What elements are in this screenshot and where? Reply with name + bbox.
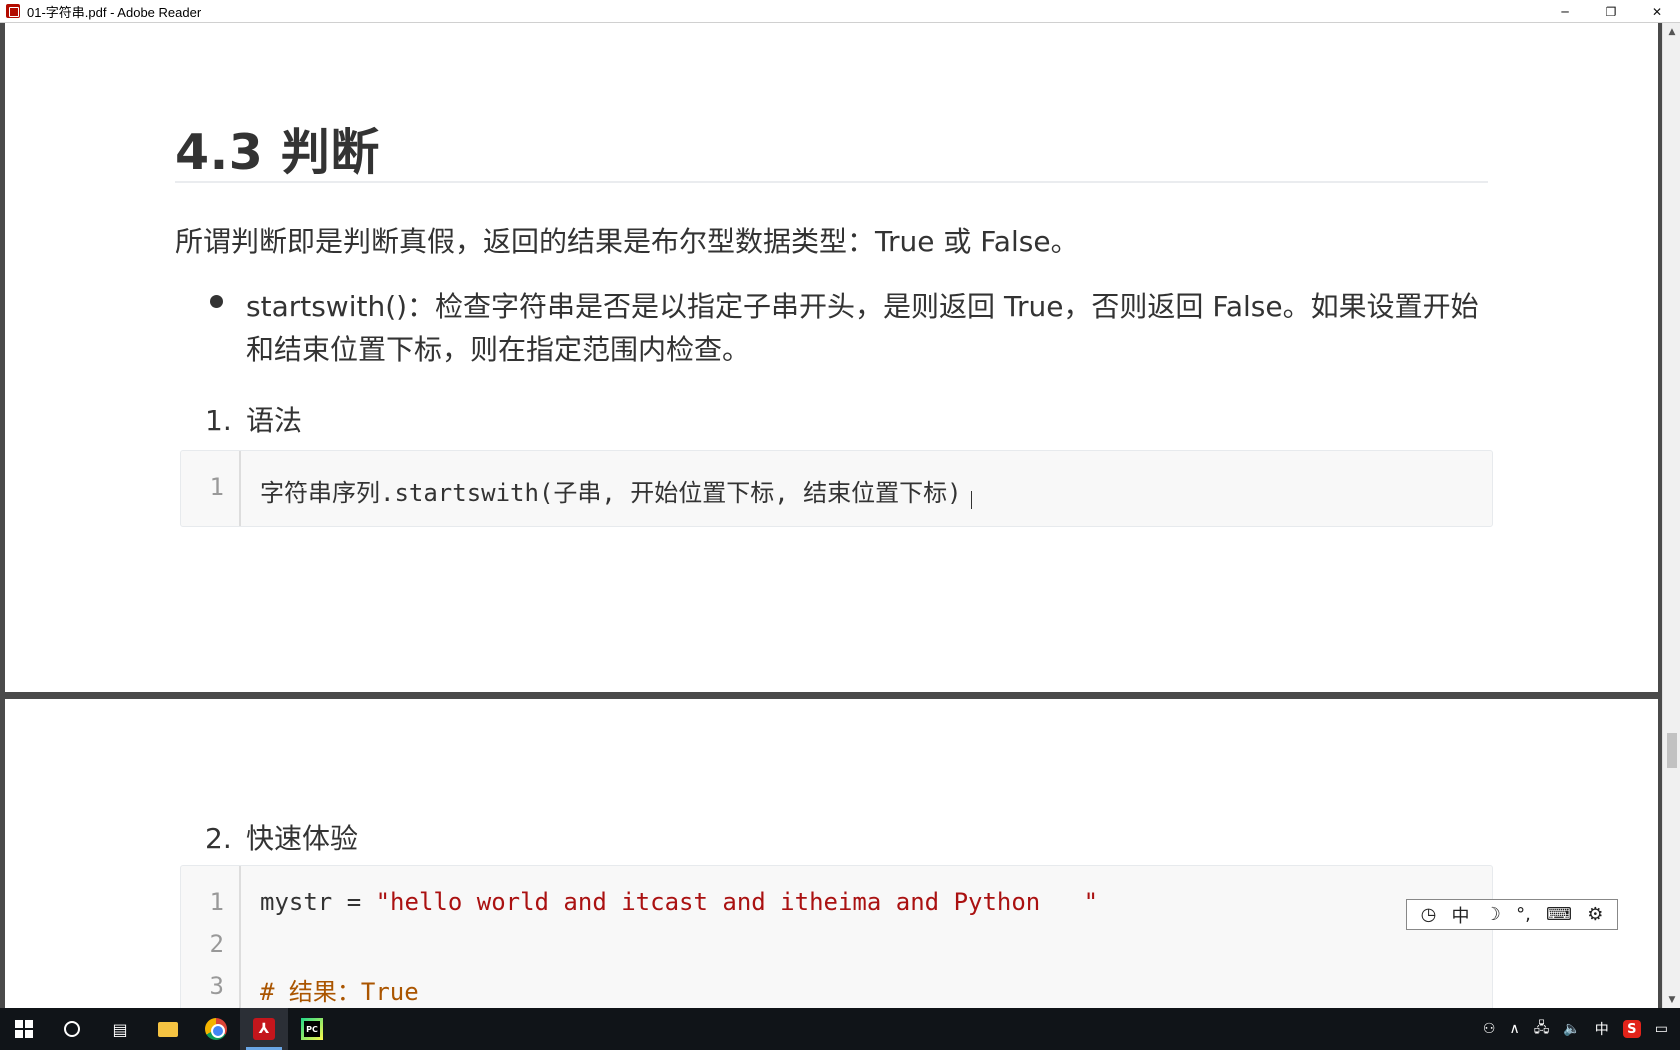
pdf-page: 4.3 判断 所谓判断即是判断真假，返回的结果是布尔型数据类型：True 或 F… xyxy=(5,23,1658,692)
document-area[interactable]: 4.3 判断 所谓判断即是判断真假，返回的结果是布尔型数据类型：True 或 F… xyxy=(0,23,1662,1008)
search-button[interactable] xyxy=(48,1008,96,1050)
search-icon xyxy=(64,1021,80,1037)
list-item-quick-experience: 2. 快速体验 xyxy=(205,817,358,857)
task-view-icon: ▤ xyxy=(112,1019,128,1039)
adobe-reader-taskbar-button[interactable]: ⅄ xyxy=(240,1008,288,1050)
text-cursor xyxy=(971,491,973,509)
input-language-indicator[interactable]: 中 xyxy=(1595,1019,1609,1039)
ime-toolbar[interactable]: ◷ 中 ☽ °, ⌨ ⚙ xyxy=(1406,899,1618,930)
pdf-page: 2. 快速体验 1 mystr = "hello world and itcast… xyxy=(5,699,1658,1008)
example-code-block: 1 mystr = "hello world and itcast and it… xyxy=(180,865,1493,1008)
list-item-syntax: 1. 语法 xyxy=(205,399,302,439)
acrobat-icon: ⅄ xyxy=(253,1018,275,1040)
syntax-code-block: 1 字符串序列.startswith(子串, 开始位置下标, 结束位置下标) xyxy=(180,450,1493,527)
line-number: 1 xyxy=(209,888,224,916)
chrome-button[interactable] xyxy=(192,1008,240,1050)
start-button[interactable] xyxy=(0,1008,48,1050)
file-explorer-button[interactable] xyxy=(144,1008,192,1050)
keyboard-icon[interactable]: ⌨ xyxy=(1546,904,1572,925)
heading-divider xyxy=(175,181,1488,183)
window-controls: ─ ❐ ✕ xyxy=(1542,0,1680,23)
close-button[interactable]: ✕ xyxy=(1634,0,1680,23)
scroll-down-arrow[interactable]: ▼ xyxy=(1663,991,1680,1008)
ime-mode-chinese[interactable]: 中 xyxy=(1452,902,1470,928)
moon-icon[interactable]: ☽ xyxy=(1485,904,1501,925)
title-bar: 01-字符串.pdf - Adobe Reader ─ ❐ ✕ xyxy=(0,0,1680,23)
list-label: 快速体验 xyxy=(246,822,359,855)
section-heading: 4.3 判断 xyxy=(175,124,380,181)
line-number: 1 xyxy=(209,473,224,501)
line-number: 3 xyxy=(209,972,224,1000)
window-title: 01-字符串.pdf - Adobe Reader xyxy=(27,4,202,20)
code-text: mystr = "hello world and itcast and ithe… xyxy=(260,888,1098,916)
bullet-icon xyxy=(210,295,223,308)
scroll-thumb[interactable] xyxy=(1667,733,1677,768)
pycharm-icon xyxy=(301,1018,323,1040)
code-plain: mystr = xyxy=(260,888,376,916)
adobe-reader-icon xyxy=(6,4,20,18)
chrome-icon xyxy=(205,1018,227,1040)
show-hidden-icons-chevron-icon[interactable]: ∧ xyxy=(1509,1021,1519,1037)
minimize-button[interactable]: ─ xyxy=(1542,0,1588,23)
code-line: 2 xyxy=(181,930,1492,970)
list-label: 语法 xyxy=(246,404,303,437)
ime-logo-icon[interactable]: ◷ xyxy=(1421,904,1437,925)
code-comment: # 结果：True xyxy=(260,978,419,1006)
code-line: 1 字符串序列.startswith(子串, 开始位置下标, 结束位置下标) xyxy=(181,473,1492,513)
taskbar: ▤ ⅄ ⚇ ∧ 🖧 🔈 中 S ▭ xyxy=(0,1008,1680,1050)
code-line: 1 mystr = "hello world and itcast and it… xyxy=(181,888,1492,928)
folder-icon xyxy=(158,1021,178,1037)
system-tray: ⚇ ∧ 🖧 🔈 中 S ▭ xyxy=(1476,1008,1680,1050)
windows-logo-icon xyxy=(15,1020,33,1038)
network-icon[interactable]: 🖧 xyxy=(1534,1017,1550,1041)
startswith-description: startswith()：检查字符串是否是以指定子串开头，是则返回 True，否… xyxy=(246,290,1479,366)
notification-center-icon[interactable]: ▭ xyxy=(1655,1021,1668,1037)
volume-icon[interactable]: 🔈 xyxy=(1563,1021,1580,1037)
task-view-button[interactable]: ▤ xyxy=(96,1008,144,1050)
sogou-ime-icon[interactable]: S xyxy=(1622,1020,1641,1038)
list-number: 2. xyxy=(205,822,232,855)
vertical-scrollbar[interactable]: ▲ ▼ xyxy=(1662,23,1680,1008)
code-line: 3 # 结果：True xyxy=(181,972,1492,1008)
pycharm-button[interactable] xyxy=(288,1008,336,1050)
intro-paragraph: 所谓判断即是判断真假，返回的结果是布尔型数据类型：True 或 False。 xyxy=(175,225,1079,258)
people-icon[interactable]: ⚇ xyxy=(1483,1021,1496,1037)
code-text: 字符串序列.startswith(子串, 开始位置下标, 结束位置下标) xyxy=(260,479,962,507)
restore-button[interactable]: ❐ xyxy=(1588,0,1634,23)
line-number: 2 xyxy=(209,930,224,958)
gear-icon[interactable]: ⚙ xyxy=(1587,904,1603,925)
punctuation-icon[interactable]: °, xyxy=(1516,904,1531,925)
scroll-up-arrow[interactable]: ▲ xyxy=(1663,23,1680,40)
list-number: 1. xyxy=(205,404,232,437)
code-string: "hello world and itcast and itheima and … xyxy=(375,888,1099,916)
